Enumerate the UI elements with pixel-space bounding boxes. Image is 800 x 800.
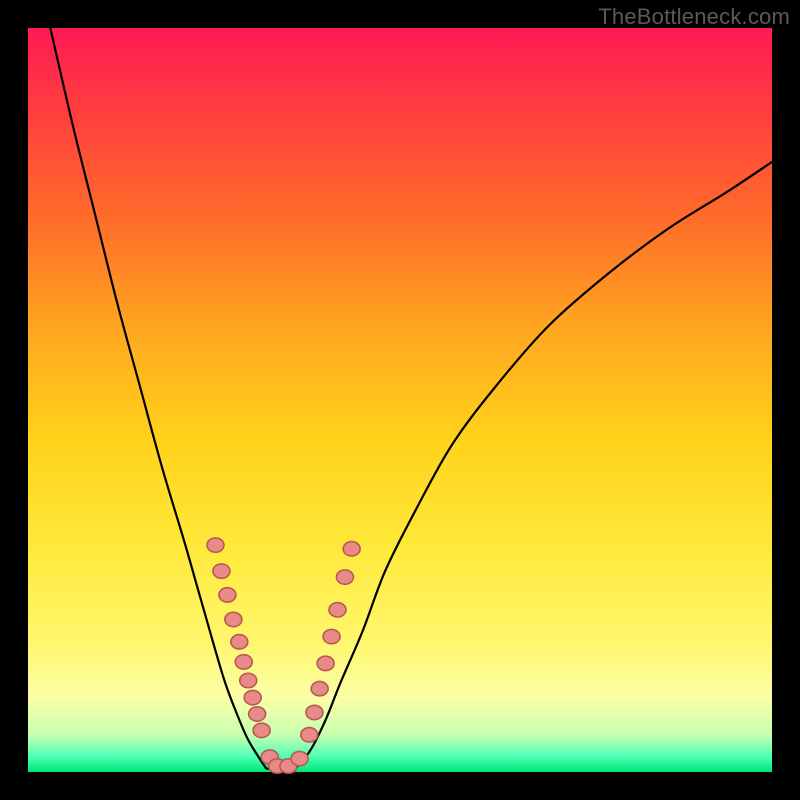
data-marker	[213, 564, 230, 578]
data-marker	[291, 751, 308, 765]
data-marker	[317, 656, 334, 670]
data-marker	[225, 612, 242, 626]
data-marker	[249, 707, 266, 721]
data-marker	[301, 728, 318, 742]
right-curve-path	[296, 162, 772, 768]
watermark-text: TheBottleneck.com	[598, 4, 790, 30]
data-marker	[343, 542, 360, 556]
data-marker	[244, 690, 261, 704]
data-marker	[306, 705, 323, 719]
data-marker	[235, 655, 252, 669]
data-marker	[323, 629, 340, 643]
left-curve-path	[50, 28, 266, 768]
chart-root: TheBottleneck.com	[0, 0, 800, 800]
data-marker	[311, 681, 328, 695]
data-marker	[207, 538, 224, 552]
chart-svg	[28, 28, 772, 772]
data-marker	[219, 588, 236, 602]
plot-area	[28, 28, 772, 772]
data-marker	[253, 723, 270, 737]
data-marker	[240, 673, 257, 687]
data-marker	[231, 635, 248, 649]
markers-group	[207, 538, 360, 773]
data-marker	[329, 603, 346, 617]
data-marker	[336, 570, 353, 584]
